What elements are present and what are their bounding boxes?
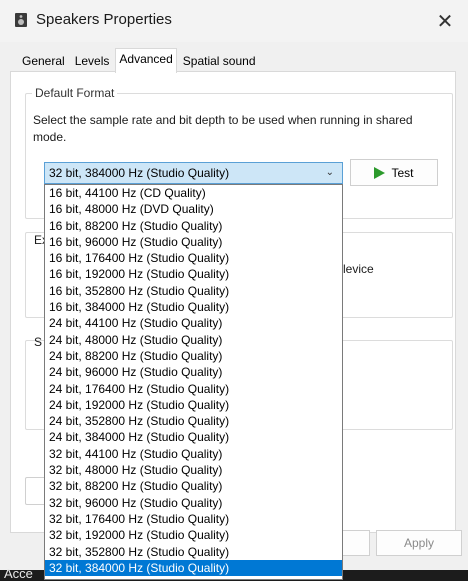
tab-spatial-sound[interactable]: Spatial sound bbox=[179, 50, 260, 72]
dropdown-option[interactable]: 24 bit, 384000 Hz (Studio Quality) bbox=[45, 429, 342, 445]
dropdown-option[interactable]: 32 bit, 384000 Hz (Studio Quality) bbox=[45, 559, 342, 577]
tab-general[interactable]: General bbox=[18, 50, 69, 72]
apply-label: Apply bbox=[403, 536, 435, 550]
dropdown-option[interactable]: 16 bit, 96000 Hz (Studio Quality) bbox=[45, 234, 342, 250]
dropdown-option[interactable]: 16 bit, 48000 Hz (DVD Quality) bbox=[45, 201, 342, 217]
dropdown-option[interactable]: 24 bit, 176400 Hz (Studio Quality) bbox=[45, 381, 342, 397]
test-label: Test bbox=[391, 165, 414, 180]
tab-advanced[interactable]: Advanced bbox=[115, 48, 177, 73]
dropdown-option[interactable]: 24 bit, 88200 Hz (Studio Quality) bbox=[45, 348, 342, 364]
dropdown-option[interactable]: 16 bit, 176400 Hz (Studio Quality) bbox=[45, 250, 342, 266]
dropdown-option[interactable]: 16 bit, 384000 Hz (Studio Quality) bbox=[45, 299, 342, 315]
dropdown-option[interactable]: 32 bit, 192000 Hz (Studio Quality) bbox=[45, 527, 342, 543]
dropdown-option[interactable]: 32 bit, 48000 Hz (Studio Quality) bbox=[45, 462, 342, 478]
tab-levels[interactable]: Levels bbox=[71, 50, 114, 72]
sample-rate-dropdown-list[interactable]: 16 bit, 44100 Hz (CD Quality) 16 bit, 480… bbox=[44, 184, 343, 580]
dropdown-option[interactable]: 24 bit, 96000 Hz (Studio Quality) bbox=[45, 364, 342, 380]
dropdown-option[interactable]: 16 bit, 88200 Hz (Studio Quality) bbox=[45, 218, 342, 234]
dropdown-option[interactable]: 32 bit, 88200 Hz (Studio Quality) bbox=[45, 478, 342, 494]
dropdown-option[interactable]: 32 bit, 96000 Hz (Studio Quality) bbox=[45, 495, 342, 511]
play-icon bbox=[374, 166, 386, 179]
dropdown-option[interactable]: 24 bit, 192000 Hz (Studio Quality) bbox=[45, 397, 342, 413]
dropdown-option[interactable]: 24 bit, 44100 Hz (Studio Quality) bbox=[45, 315, 342, 331]
default-format-description: Select the sample rate and bit depth to … bbox=[33, 113, 413, 144]
chevron-down-icon: ⌄ bbox=[325, 167, 334, 178]
sample-rate-value: 32 bit, 384000 Hz (Studio Quality) bbox=[49, 166, 230, 180]
title-bar: Speakers Properties ✕ bbox=[0, 0, 468, 42]
test-button[interactable]: Test bbox=[350, 159, 438, 186]
dropdown-option[interactable]: 32 bit, 352800 Hz (Studio Quality) bbox=[45, 544, 342, 560]
dropdown-option[interactable]: 32 bit, 44100 Hz (Studio Quality) bbox=[45, 446, 342, 462]
close-button[interactable]: ✕ bbox=[422, 0, 468, 42]
dropdown-option[interactable]: 24 bit, 48000 Hz (Studio Quality) bbox=[45, 332, 342, 348]
dropdown-option[interactable]: 32 bit, 176400 Hz (Studio Quality) bbox=[45, 511, 342, 527]
apply-button[interactable]: Apply bbox=[376, 530, 462, 556]
dropdown-option[interactable]: 16 bit, 44100 Hz (CD Quality) bbox=[45, 185, 342, 201]
dropdown-option[interactable]: 16 bit, 352800 Hz (Studio Quality) bbox=[45, 283, 342, 299]
close-icon: ✕ bbox=[436, 10, 454, 33]
sample-rate-select[interactable]: 32 bit, 384000 Hz (Studio Quality) ⌄ bbox=[44, 162, 343, 184]
window-title: Speakers Properties bbox=[36, 11, 172, 28]
tab-strip: General Levels Advanced Spatial sound bbox=[18, 48, 262, 73]
dropdown-option[interactable]: 24 bit, 352800 Hz (Studio Quality) bbox=[45, 413, 342, 429]
device-fragment: levice bbox=[343, 262, 374, 276]
taskbar-text: Acce bbox=[4, 566, 33, 581]
signal-group-fragment: S bbox=[34, 335, 43, 349]
default-format-title: Default Format bbox=[32, 86, 118, 100]
dropdown-option[interactable]: 16 bit, 192000 Hz (Studio Quality) bbox=[45, 266, 342, 282]
speaker-icon bbox=[15, 13, 27, 27]
